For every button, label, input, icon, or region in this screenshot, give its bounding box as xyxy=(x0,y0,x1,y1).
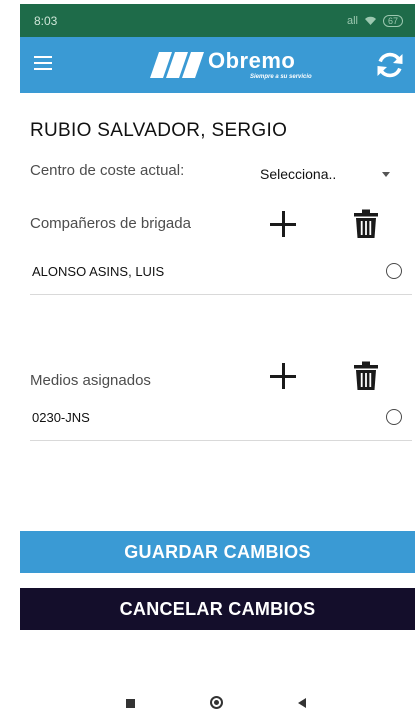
chevron-down-icon xyxy=(382,171,390,177)
app-bar: Obremo Siempre a su servicio xyxy=(20,37,415,93)
wifi-icon xyxy=(364,16,376,25)
brigade-label: Compañeros de brigada xyxy=(30,215,191,232)
logo-tagline: Siempre a su servicio xyxy=(250,74,312,80)
cost-center-label: Centro de coste actual: xyxy=(30,162,185,179)
delete-resource-trash-icon[interactable] xyxy=(354,361,378,391)
resource-radio[interactable] xyxy=(386,409,402,425)
add-resource-button[interactable] xyxy=(268,361,298,391)
cancel-changes-button[interactable]: CANCELAR CAMBIOS xyxy=(20,588,415,630)
delete-brigade-member-trash-icon[interactable] xyxy=(354,209,378,239)
add-brigade-member-button[interactable] xyxy=(268,209,298,239)
status-time: 8:03 xyxy=(34,13,58,28)
home-circle-icon[interactable] xyxy=(210,696,223,709)
resource-row[interactable]: 0230-JNS xyxy=(30,397,412,441)
app-logo: Obremo Siempre a su servicio xyxy=(150,48,325,84)
recents-square-icon[interactable] xyxy=(126,699,135,708)
status-bar: 8:03 all 67 xyxy=(20,4,415,37)
brigade-member-name: ALONSO ASINS, LUIS xyxy=(32,264,165,279)
cost-center-selected-value: Selecciona.. xyxy=(260,166,337,182)
refresh-icon[interactable] xyxy=(375,50,405,80)
back-triangle-icon[interactable] xyxy=(298,698,306,708)
hamburger-menu-icon[interactable] xyxy=(34,56,52,74)
battery-icon: 67 xyxy=(382,14,403,27)
status-icons: all 67 xyxy=(346,14,403,27)
resource-code: 0230-JNS xyxy=(32,410,90,425)
system-nav-bar xyxy=(20,693,415,709)
worker-name: RUBIO SALVADOR, SERGIO xyxy=(30,120,288,141)
logo-wordmark: Obremo xyxy=(208,48,296,73)
save-changes-button[interactable]: GUARDAR CAMBIOS xyxy=(20,531,415,573)
signal-icon: all xyxy=(346,14,358,27)
cost-center-dropdown[interactable]: Selecciona.. xyxy=(260,163,390,185)
main-content: RUBIO SALVADOR, SERGIO Centro de coste a… xyxy=(20,93,415,693)
brigade-member-radio[interactable] xyxy=(386,263,402,279)
logo-stripes-icon xyxy=(150,52,204,78)
brigade-member-row[interactable]: ALONSO ASINS, LUIS xyxy=(30,251,412,295)
resources-label: Medios asignados xyxy=(30,372,151,389)
